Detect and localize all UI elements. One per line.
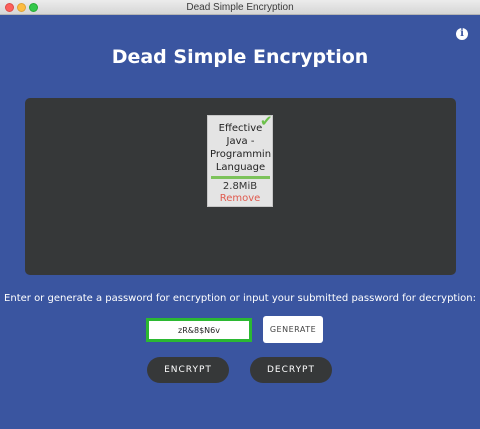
page-title: Dead Simple Encryption [111, 46, 369, 68]
upload-progress-bar [211, 176, 270, 179]
checkmark-icon: ✔ [260, 112, 273, 130]
encrypt-button[interactable]: ENCRYPT [147, 357, 229, 383]
remove-file-link[interactable]: Remove [208, 193, 272, 205]
upload-progress-fill [211, 176, 270, 179]
password-instructions: Enter or generate a password for encrypt… [4, 293, 476, 304]
app-window: Dead Simple Encryption i Dead Simple Enc… [0, 0, 480, 429]
generate-password-button[interactable]: GENERATE [263, 316, 323, 343]
file-card: Effective Java - Programming Language ✔ … [207, 112, 273, 207]
file-size: 2.8MiB [222, 181, 258, 192]
window-title: Dead Simple Encryption [186, 2, 294, 13]
title-bar: Dead Simple Encryption [0, 0, 480, 15]
info-icon[interactable]: i [456, 28, 468, 40]
password-input[interactable] [146, 318, 252, 342]
decrypt-button[interactable]: DECRYPT [250, 357, 332, 383]
